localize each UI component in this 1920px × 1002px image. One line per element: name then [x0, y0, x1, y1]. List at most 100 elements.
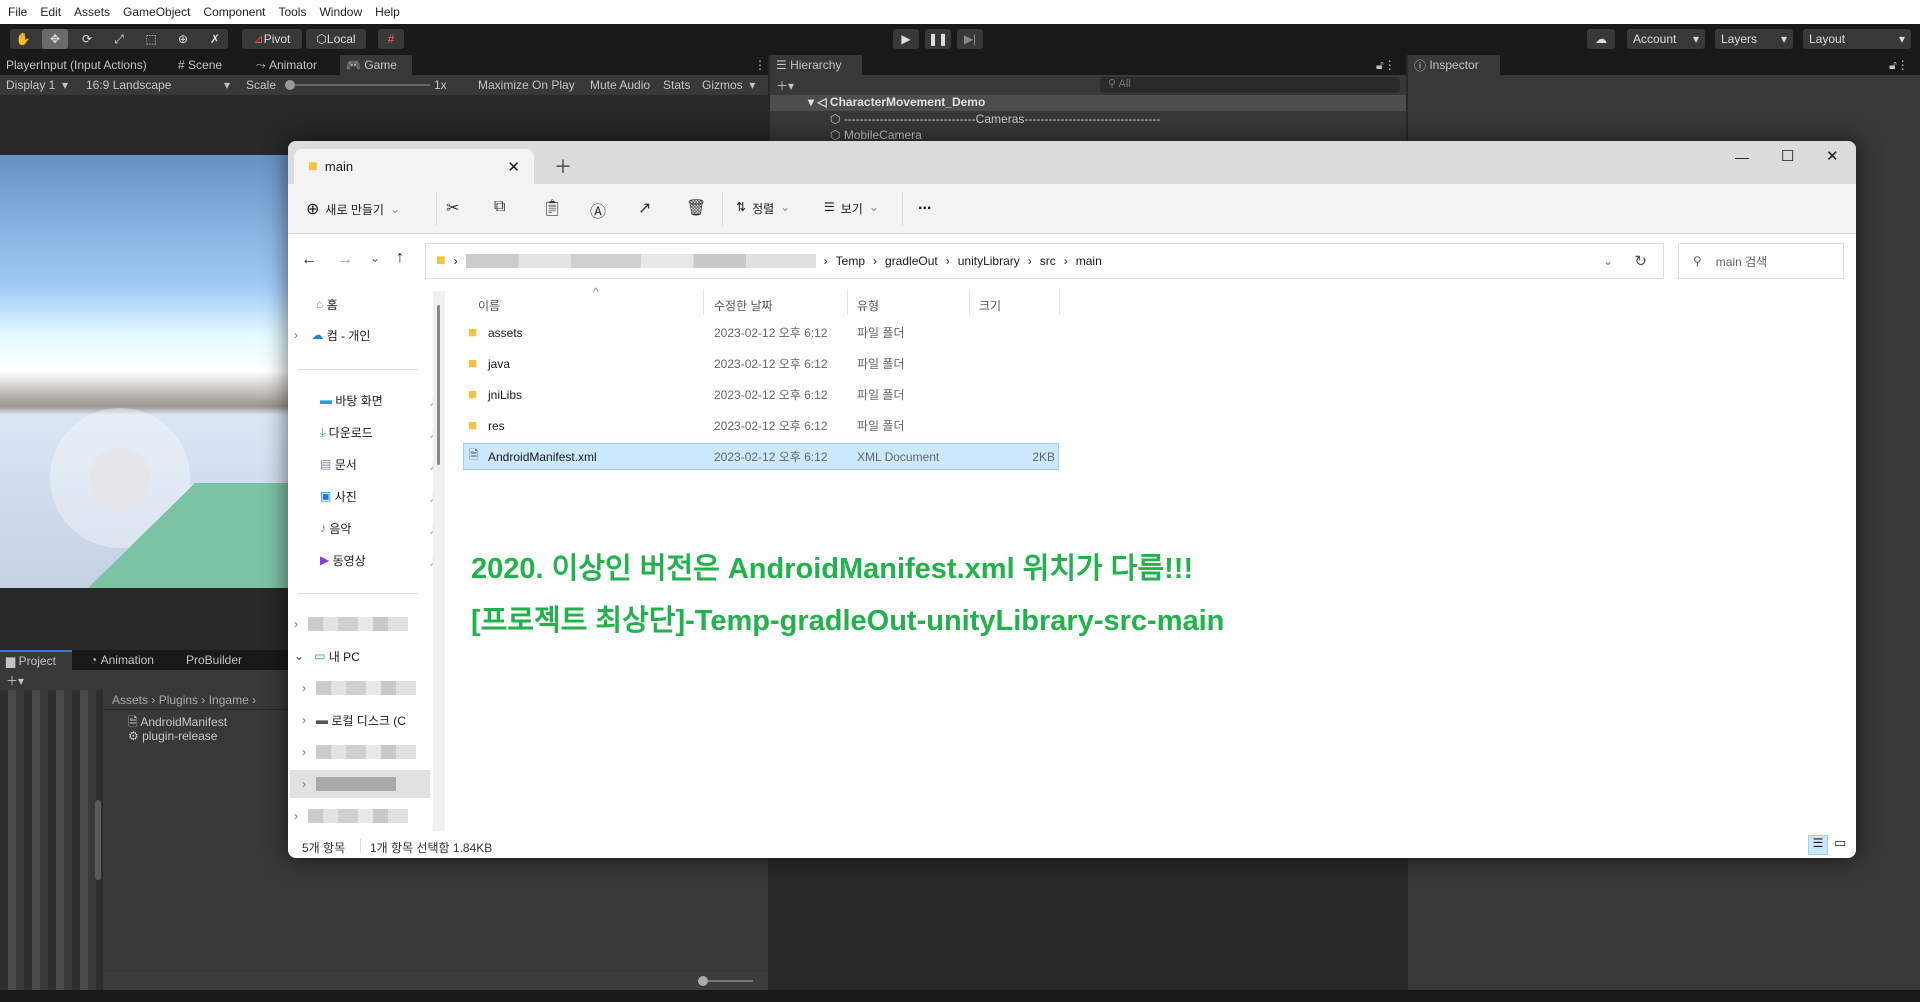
- layers-dropdown[interactable]: Layers ▾: [1715, 29, 1793, 49]
- pause-button[interactable]: ❚❚: [925, 29, 951, 49]
- sort-button[interactable]: ⇅ 정렬 ⌄: [736, 200, 790, 217]
- up-icon[interactable]: ↑: [396, 249, 404, 267]
- new-button[interactable]: ⊕ 새로 만들기 ⌄: [306, 199, 400, 219]
- tab-animation[interactable]: ◔ Animation: [84, 650, 160, 670]
- view-button[interactable]: ☰ 보기 ⌄: [824, 200, 879, 217]
- file-row-selected[interactable]: 🗎 AndroidManifest.xml 2023-02-12 오후 6:12 XM…: [463, 443, 1059, 470]
- recent-icon[interactable]: ⌄: [370, 251, 380, 265]
- maximize-on-play-toggle[interactable]: Maximize On Play: [472, 75, 581, 95]
- column-type[interactable]: 유형: [857, 297, 879, 314]
- breadcrumb-src[interactable]: src: [1040, 254, 1056, 268]
- account-dropdown[interactable]: Account ▾: [1627, 29, 1705, 49]
- tab-game[interactable]: 🎮 Game: [340, 55, 412, 75]
- address-dropdown-icon[interactable]: ⌄: [1603, 254, 1613, 268]
- menu-assets[interactable]: Assets: [74, 5, 110, 19]
- file-row[interactable]: ■ java 2023-02-12 오후 6:12 파일 폴더: [463, 350, 1059, 377]
- stats-toggle[interactable]: Stats: [657, 75, 696, 95]
- file-row[interactable]: ■ assets 2023-02-12 오후 6:12 파일 폴더: [463, 319, 1059, 346]
- rect-tool-icon[interactable]: ⬚: [138, 29, 164, 49]
- close-window-icon[interactable]: ✕: [1826, 147, 1839, 165]
- gizmos-toggle[interactable]: Gizmos ▾: [696, 75, 761, 95]
- local-toggle[interactable]: ⬡ Local: [306, 29, 366, 49]
- menu-tools[interactable]: Tools: [278, 5, 306, 19]
- slider-handle[interactable]: [698, 976, 708, 986]
- details-view-icon[interactable]: ☰: [1808, 835, 1828, 855]
- more-button[interactable]: ...: [918, 196, 931, 214]
- hierarchy-item[interactable]: ⬡ ---------------------------------Camer…: [830, 112, 1390, 126]
- copy-icon[interactable]: ⧉: [494, 198, 505, 216]
- forward-icon[interactable]: →: [337, 251, 353, 269]
- breadcrumb-assets[interactable]: Assets: [112, 693, 148, 707]
- close-tab-icon[interactable]: ✕: [507, 158, 520, 176]
- scale-slider[interactable]: [285, 80, 430, 90]
- pivot-toggle[interactable]: ⊿ Pivot: [242, 29, 302, 49]
- menu-edit[interactable]: Edit: [40, 5, 61, 19]
- paste-icon[interactable]: 📋︎: [542, 198, 562, 218]
- tab-probuilder[interactable]: ProBuilder: [180, 650, 248, 670]
- hand-tool-icon[interactable]: ✋: [10, 29, 36, 49]
- nav-redacted-hover[interactable]: ›: [290, 770, 430, 798]
- step-button[interactable]: ▶|: [957, 29, 983, 49]
- display-dropdown[interactable]: Display 1 ▾: [0, 75, 78, 95]
- maximize-icon[interactable]: ☐: [1781, 147, 1794, 165]
- delete-icon[interactable]: 🗑︎: [686, 198, 706, 218]
- breadcrumb-main[interactable]: main: [1076, 254, 1102, 268]
- nav-cloud[interactable]: › ☁ 컴 - 개인: [294, 321, 434, 349]
- tab-project[interactable]: ▆ Project: [0, 650, 72, 670]
- aspect-dropdown[interactable]: 16:9 Landscape ▾: [80, 75, 236, 95]
- folder-tree[interactable]: [0, 690, 103, 990]
- create-button[interactable]: ＋▾: [0, 670, 30, 690]
- back-icon[interactable]: ←: [301, 251, 317, 269]
- cut-icon[interactable]: ✂: [446, 198, 459, 218]
- play-button[interactable]: ▶: [893, 29, 919, 49]
- tab-scene[interactable]: # Scene: [172, 55, 228, 75]
- rename-icon[interactable]: Ⓐ: [590, 198, 606, 222]
- asset-item[interactable]: ⚙ plugin-release: [128, 729, 217, 743]
- menu-component[interactable]: Component: [203, 5, 265, 19]
- transform-tool-icon[interactable]: ⊕: [170, 29, 196, 49]
- nav-local-disk[interactable]: › ▬ 로컬 디스크 (C: [302, 706, 442, 734]
- breadcrumb-ingame[interactable]: Ingame: [209, 693, 249, 707]
- column-name[interactable]: 이름: [478, 297, 500, 314]
- explorer-tab[interactable]: ■ main ✕: [294, 149, 534, 184]
- panel-menu-icon[interactable]: ⋮: [748, 55, 772, 75]
- scene-row[interactable]: ▾ ◁ CharacterMovement_Demo: [770, 95, 1406, 111]
- breadcrumb-plugins[interactable]: Plugins: [159, 693, 198, 707]
- menu-window[interactable]: Window: [319, 5, 362, 19]
- nav-this-pc[interactable]: ⌄ ▭ 내 PC: [294, 642, 434, 670]
- lock-icon[interactable]: 🔓︎⋮: [1370, 55, 1402, 75]
- tab-hierarchy[interactable]: ☰ Hierarchy: [770, 55, 862, 75]
- hierarchy-item[interactable]: ⬡ MobileCamera: [830, 128, 922, 142]
- nav-redacted[interactable]: ›: [302, 674, 442, 702]
- grid-snap-icon[interactable]: #: [378, 29, 404, 49]
- mute-audio-toggle[interactable]: Mute Audio: [584, 75, 656, 95]
- add-object-button[interactable]: ＋▾: [770, 75, 800, 95]
- new-tab-icon[interactable]: ＋: [554, 153, 572, 179]
- tab-animator[interactable]: ⤳ Animator: [250, 55, 323, 75]
- rotate-tool-icon[interactable]: ⟳: [74, 29, 100, 49]
- menu-file[interactable]: File: [8, 5, 27, 19]
- scale-tool-icon[interactable]: ⤢: [106, 29, 132, 49]
- move-tool-icon[interactable]: ✥: [42, 29, 68, 49]
- minimize-icon[interactable]: —: [1735, 149, 1749, 165]
- lock-icon[interactable]: 🔓︎⋮: [1883, 55, 1915, 75]
- custom-tool-icon[interactable]: ✗: [202, 29, 228, 49]
- column-date[interactable]: 수정한 날짜: [714, 297, 773, 314]
- nav-redacted[interactable]: ›: [294, 610, 434, 638]
- column-size[interactable]: 크기: [979, 297, 1001, 314]
- joystick-handle[interactable]: [89, 448, 151, 510]
- tiles-view-icon[interactable]: ▭: [1834, 835, 1846, 851]
- nav-scrollbar[interactable]: [433, 291, 445, 831]
- breadcrumb-unitylibrary[interactable]: unityLibrary: [958, 254, 1020, 268]
- nav-redacted[interactable]: ›: [294, 802, 434, 830]
- refresh-icon[interactable]: ↻: [1634, 252, 1647, 270]
- hierarchy-search[interactable]: ⚲ All: [1100, 77, 1400, 93]
- search-box[interactable]: ⚲ main 검색: [1678, 243, 1844, 279]
- address-bar[interactable]: ■ › › Temp › gradleOut › unityLibrary › src ›…: [425, 243, 1664, 279]
- tree-scrollbar[interactable]: [95, 800, 101, 880]
- game-view[interactable]: [0, 155, 290, 588]
- breadcrumb-gradleout[interactable]: gradleOut: [885, 254, 938, 268]
- breadcrumb-temp[interactable]: Temp: [836, 254, 865, 268]
- tab-inspector[interactable]: ⓘ Inspector: [1408, 55, 1500, 75]
- cloud-icon[interactable]: ☁: [1587, 29, 1615, 49]
